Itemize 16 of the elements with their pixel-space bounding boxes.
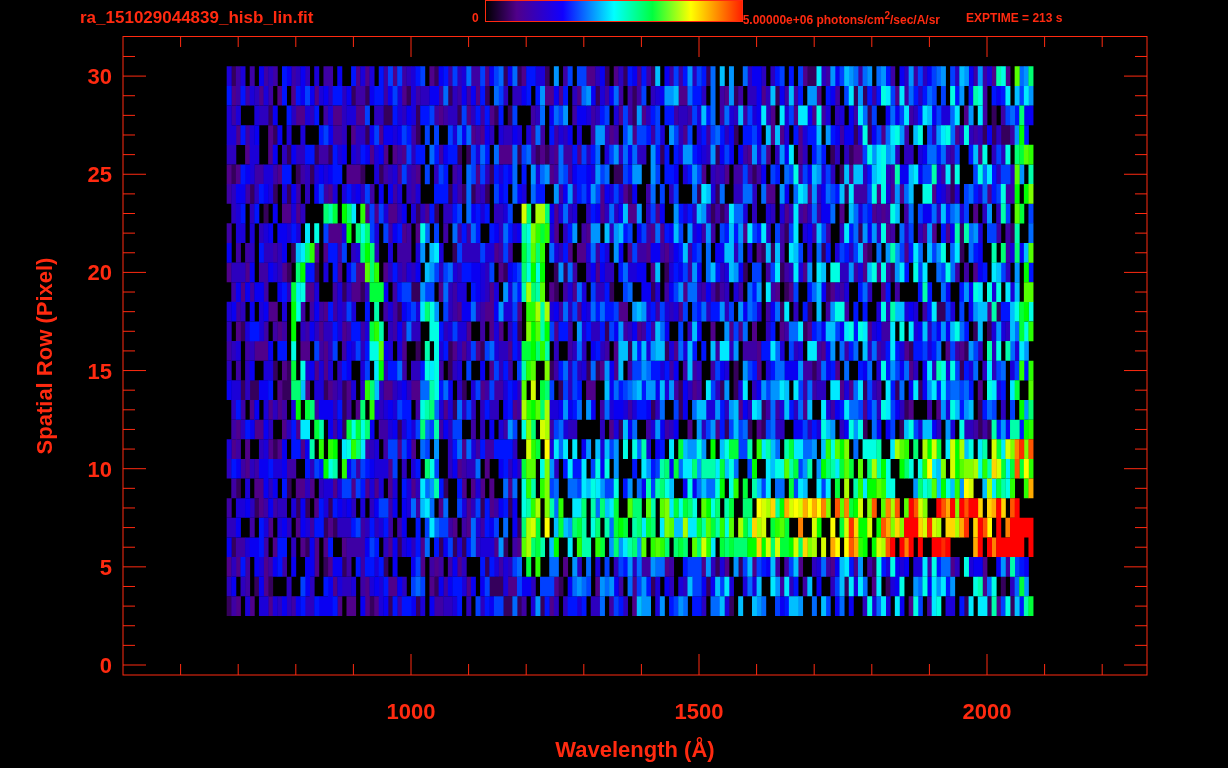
file-title: ra_151029044839_hisb_lin.fit — [80, 8, 315, 28]
y-tick-label: 0 — [99, 653, 112, 678]
y-axis-title: Spatial Row (Pixel) — [32, 257, 57, 455]
x-tick-label: 1000 — [386, 699, 436, 724]
y-tick-label: 25 — [87, 162, 112, 188]
y-tick-label: 15 — [87, 358, 112, 384]
colorbar-min-label: 0 — [472, 11, 479, 25]
x-axis-title: Wavelength (Å) — [555, 737, 715, 762]
y-tick-label: 5 — [99, 554, 112, 580]
y-tick-label: 10 — [87, 456, 112, 482]
x-tick-label: 1500 — [674, 699, 724, 724]
y-tick-label: 20 — [87, 260, 112, 286]
x-tick-label: 2000 — [962, 699, 1012, 724]
y-tick-label: 30 — [87, 64, 112, 90]
exptime-label: EXPTIME = 213 s — [966, 11, 1063, 25]
colorbar-max-label: 5.00000e+06 photons/cm$^{2}$/sec/A/sr — [742, 9, 941, 27]
